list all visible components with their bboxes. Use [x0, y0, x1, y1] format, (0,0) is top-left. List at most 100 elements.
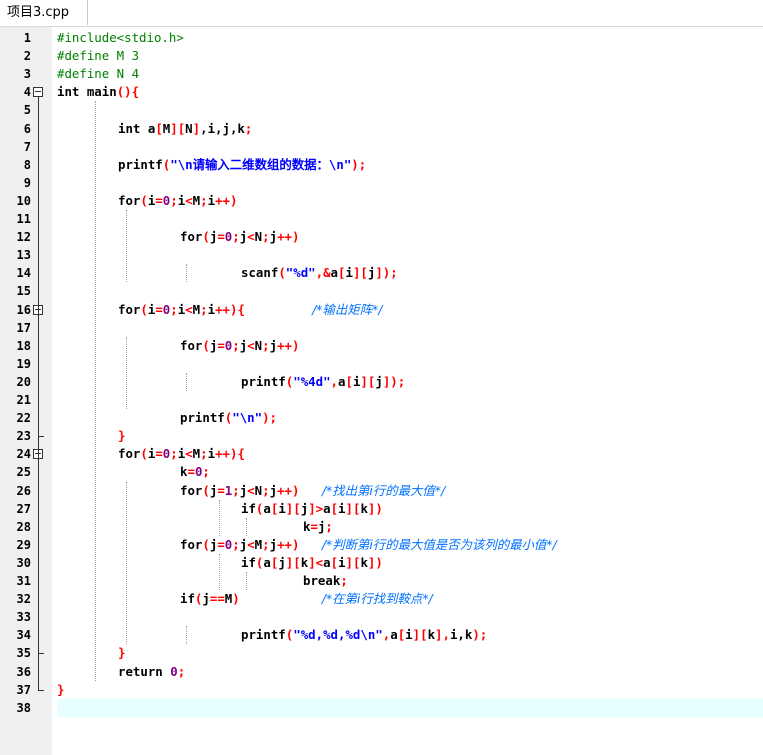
line-number: 26 — [16, 483, 31, 498]
code-token: ; — [170, 192, 178, 208]
code-token: , — [330, 373, 339, 389]
code-token: ] — [192, 120, 201, 136]
code-token: ; — [200, 446, 208, 462]
code-token: ; — [202, 464, 210, 480]
code-token: if — [241, 500, 256, 516]
line-number: 27 — [16, 501, 31, 516]
line-number: 6 — [23, 121, 31, 136]
code-token: j — [269, 337, 278, 353]
code-token: int — [118, 120, 148, 136]
code-token: ][ — [412, 627, 428, 643]
fold-range-line — [38, 97, 39, 690]
code-token: for — [180, 337, 203, 353]
code-token: ; — [200, 192, 208, 208]
line-number: 20 — [16, 374, 31, 389]
code-token: (){ — [116, 84, 140, 100]
line-number: 4 — [23, 85, 31, 100]
code-line: scanf("%d",&a[i][j]); — [241, 264, 398, 282]
code-token: i — [207, 192, 216, 208]
line-number: 22 — [16, 411, 31, 426]
code-token: "\n" — [232, 410, 263, 426]
code-token: a — [323, 500, 331, 516]
code-token: ; — [340, 573, 348, 588]
line-number: 30 — [16, 555, 31, 570]
code-token: a — [390, 627, 398, 643]
line-number: 18 — [16, 338, 31, 353]
code-token: ]> — [308, 500, 324, 516]
code-token: < — [247, 337, 255, 353]
code-line: if(a[j][k]<a[i][k]) — [241, 554, 383, 572]
code-token: ; — [232, 229, 240, 245]
code-token: 0 — [170, 663, 178, 679]
code-line: printf("%d,%d,%d\n",a[i][k],i,k); — [241, 626, 487, 644]
code-token: = — [310, 518, 318, 534]
code-token: ,i,j,k — [200, 120, 245, 136]
code-token: ], — [435, 627, 450, 643]
line-number: 3 — [23, 67, 31, 82]
code-token: ( — [202, 536, 210, 552]
code-token: ; — [170, 446, 178, 462]
code-token: ][ — [352, 265, 368, 281]
code-token: ][ — [170, 120, 186, 136]
line-number: 5 — [23, 103, 31, 118]
code-token: printf — [118, 156, 163, 172]
indent-guide — [126, 336, 127, 410]
line-number: 32 — [16, 592, 31, 607]
fold-toggle-icon[interactable] — [33, 87, 43, 98]
code-token: ) — [232, 591, 240, 607]
code-editor[interactable]: 1 #include<stdio.h> 2 #define M 3 3 #define N… — [0, 29, 763, 755]
line-number: 37 — [16, 682, 31, 697]
code-token: a — [263, 554, 271, 570]
code-token: ); — [262, 410, 277, 426]
line-number: 13 — [16, 248, 31, 263]
code-line: for(i=0;i<M;i++){ /*输出矩阵*/ — [118, 301, 382, 319]
line-number: 29 — [16, 537, 31, 552]
code-token: j — [269, 482, 278, 498]
code-token: < — [247, 482, 255, 498]
code-token: } — [118, 428, 126, 444]
code-token: scanf — [241, 265, 279, 281]
code-token: a — [330, 265, 339, 281]
code-token: ]< — [308, 554, 324, 570]
code-token: N — [185, 120, 193, 136]
code-token: ++) — [277, 229, 300, 245]
indent-guide — [186, 372, 187, 391]
code-token: < — [247, 536, 255, 552]
code-token: ++) — [277, 337, 300, 353]
line-number: 23 — [16, 429, 31, 444]
tab-project3-cpp[interactable]: 项目3.cpp — [0, 0, 88, 25]
code-token: return — [118, 663, 171, 679]
code-token: printf — [241, 627, 286, 643]
code-token: < — [185, 301, 193, 317]
code-token: #define N 4 — [57, 66, 140, 82]
code-token: ; — [262, 482, 270, 498]
code-token: j — [269, 536, 278, 552]
code-line: for(j=0;j<M;j++) /*判断第i行的最大值是否为该列的最小值*/ — [180, 536, 557, 554]
editor-tab-bar: 项目3.cpp — [0, 0, 763, 27]
code-line: printf("\n请输入二维数组的数据：\n"); — [118, 156, 366, 174]
code-token: [ — [330, 554, 339, 570]
code-comment: /*输出矩阵*/ — [312, 301, 383, 317]
code-token: ; — [262, 229, 270, 245]
code-token: a — [263, 500, 271, 516]
code-token: k — [427, 627, 436, 643]
code-token: a — [323, 554, 331, 570]
code-token: ; — [200, 301, 208, 317]
code-token: ( — [140, 301, 148, 317]
line-number: 14 — [16, 266, 31, 281]
code-token: #include<stdio.h> — [57, 30, 184, 45]
code-token: ++) — [277, 482, 300, 498]
code-token: for — [180, 536, 203, 552]
code-token: = — [217, 337, 225, 353]
line-number: 35 — [16, 646, 31, 661]
code-token: ,& — [315, 265, 331, 281]
code-comment: /*判断第i行的最大值是否为该列的最小值*/ — [321, 536, 557, 552]
code-line: for(j=1;j<N;j++) /*找出第i行的最大值*/ — [180, 482, 445, 500]
line-number: 21 — [16, 393, 31, 407]
line-number: 12 — [16, 230, 31, 245]
code-line: k=0; — [180, 463, 210, 481]
code-token: ; — [232, 337, 240, 353]
code-token: #define M 3 — [57, 48, 140, 64]
